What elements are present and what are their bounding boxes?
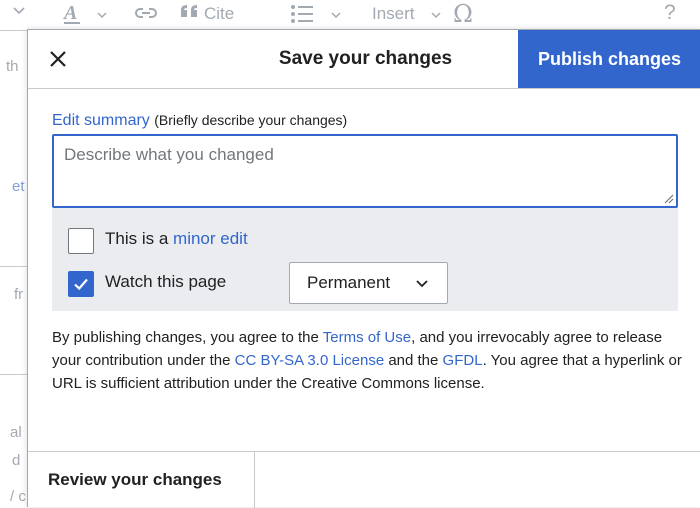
cc-license-link[interactable]: CC BY-SA 3.0 License — [235, 352, 385, 369]
background-text: th — [6, 58, 19, 75]
help-icon[interactable]: ? — [664, 1, 676, 25]
save-dialog: Save your changes Publish changes Edit s… — [27, 29, 700, 508]
edit-summary-link[interactable]: Edit summary — [52, 112, 150, 129]
background-text: / c — [10, 488, 26, 505]
license-notice: By publishing changes, you agree to the … — [52, 326, 682, 395]
svg-text:Ω: Ω — [453, 0, 473, 26]
terms-of-use-link[interactable]: Terms of Use — [323, 329, 411, 346]
dialog-title: Save your changes — [278, 48, 453, 69]
background-text: d — [12, 452, 21, 469]
edit-summary-hint: (Briefly describe your changes) — [154, 112, 348, 128]
edit-options-panel: This is a minor edit Watch this page Per… — [52, 208, 678, 311]
special-character-icon[interactable]: Ω — [452, 0, 476, 31]
watch-page-label: Watch this page — [105, 272, 227, 291]
chevron-down-icon[interactable] — [430, 6, 442, 26]
chevron-down-icon — [416, 280, 428, 288]
license-text: and the — [384, 352, 443, 369]
minor-edit-checkbox[interactable] — [68, 228, 94, 254]
edit-summary-input[interactable] — [54, 136, 676, 206]
close-icon — [50, 51, 66, 67]
watch-page-checkbox[interactable] — [68, 271, 94, 297]
background-divider — [0, 374, 28, 375]
gfdl-link[interactable]: GFDL — [443, 352, 483, 369]
chevron-down-icon[interactable] — [96, 6, 108, 26]
background-divider — [0, 266, 28, 267]
minor-edit-link[interactable]: minor edit — [173, 229, 248, 248]
watch-duration-value: Permanent — [307, 273, 391, 292]
background-text: et — [12, 178, 25, 195]
checkmark-icon — [74, 278, 88, 291]
review-changes-button[interactable]: Review your changes — [28, 452, 255, 508]
chevron-down-icon[interactable] — [12, 2, 26, 22]
dialog-footer: Review your changes — [28, 451, 700, 508]
publish-changes-button[interactable]: Publish changes — [518, 30, 700, 88]
edit-summary-field — [52, 134, 678, 208]
edit-summary-label: Edit summary (Briefly describe your chan… — [52, 112, 347, 130]
minor-edit-prefix: This is a — [105, 229, 174, 248]
background-text: al — [10, 424, 22, 441]
bullet-list-icon[interactable] — [290, 3, 314, 30]
background-text: fr — [14, 286, 24, 303]
svg-text:A: A — [62, 2, 77, 24]
link-icon[interactable] — [134, 5, 158, 26]
close-button[interactable] — [38, 39, 78, 79]
cite-quote-icon[interactable] — [180, 4, 200, 27]
insert-label[interactable]: Insert — [372, 4, 415, 24]
chevron-down-icon[interactable] — [330, 6, 342, 26]
text-style-icon[interactable]: A — [62, 1, 84, 30]
minor-edit-label: This is a minor edit — [105, 229, 248, 249]
dialog-header: Save your changes Publish changes — [28, 30, 700, 89]
editor-toolbar: A Cite Insert Ω ? — [0, 0, 700, 31]
cite-label[interactable]: Cite — [204, 4, 234, 24]
watch-duration-select[interactable]: Permanent — [289, 262, 448, 304]
resize-grip-icon[interactable] — [662, 192, 674, 204]
license-text: By publishing changes, you agree to the — [52, 329, 323, 346]
